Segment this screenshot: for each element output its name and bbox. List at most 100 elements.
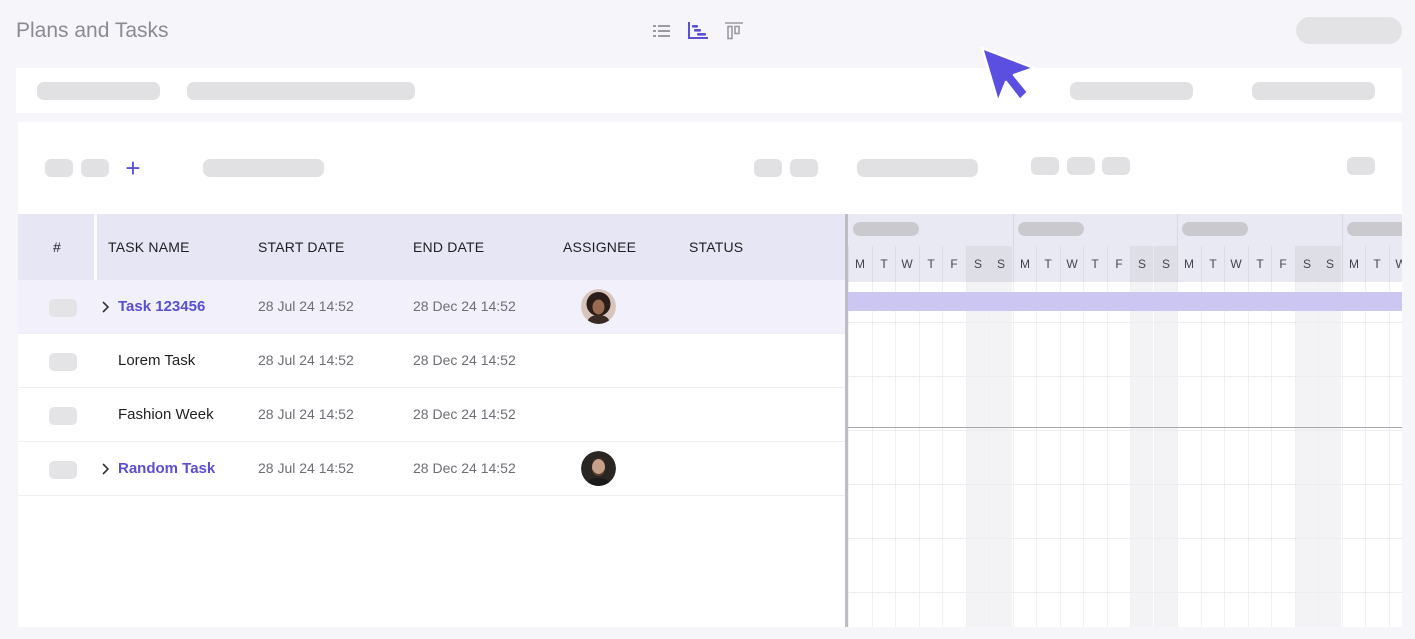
gantt-day-column <box>848 282 871 627</box>
column-header-end-date[interactable]: END DATE <box>413 239 484 255</box>
gantt-header: MTWTFSSMTWTFSSMTWTFSSMTW <box>848 214 1402 282</box>
toolbar-placeholder-2[interactable] <box>81 159 109 177</box>
gantt-day-label: M <box>848 246 871 282</box>
toolbar-placeholder-1[interactable] <box>45 159 73 177</box>
gantt-day-column <box>1154 282 1177 627</box>
toolbar-placeholder-3[interactable] <box>203 159 324 177</box>
task-name[interactable]: Lorem Task <box>118 352 195 369</box>
top-right-placeholder[interactable] <box>1296 17 1402 44</box>
gantt-day-column <box>942 282 965 627</box>
column-header-assignee[interactable]: ASSIGNEE <box>563 239 636 255</box>
gantt-day-column <box>1389 282 1402 627</box>
gantt-day-column <box>1318 282 1341 627</box>
gantt-day-label: S <box>1154 246 1177 282</box>
gantt-day-label: S <box>966 246 989 282</box>
gantt-week-label-placeholder <box>1182 222 1248 236</box>
table-row[interactable]: Random Task 28 Jul 24 14:52 28 Dec 24 14… <box>18 442 846 496</box>
gantt-day-label: F <box>942 246 965 282</box>
gantt-day-column <box>1107 282 1130 627</box>
filter-placeholder-1[interactable] <box>37 82 160 100</box>
gantt-row-line <box>848 376 1402 377</box>
column-header-task-name[interactable]: TASK NAME <box>108 239 190 255</box>
task-end-date: 28 Dec 24 14:52 <box>413 298 516 314</box>
chevron-right-icon[interactable] <box>100 460 112 478</box>
toolbar-placeholder-6[interactable] <box>857 159 978 177</box>
gantt-day-column <box>872 282 895 627</box>
row-select-checkbox[interactable] <box>49 299 77 317</box>
add-task-button[interactable]: + <box>122 155 144 181</box>
gantt-day-label: M <box>1342 246 1365 282</box>
gantt-week-separator <box>1342 214 1343 282</box>
gantt-day-label: T <box>872 246 895 282</box>
assignee-avatar[interactable] <box>581 451 616 486</box>
table-row[interactable]: Fashion Week 28 Jul 24 14:52 28 Dec 24 1… <box>18 388 846 442</box>
gantt-day-label: W <box>895 246 918 282</box>
gantt-day-label: F <box>1271 246 1294 282</box>
row-select-checkbox[interactable] <box>49 353 77 371</box>
column-header-start-date[interactable]: START DATE <box>258 239 345 255</box>
column-header-status[interactable]: STATUS <box>689 239 743 255</box>
gantt-day-label: T <box>1201 246 1224 282</box>
board-view-button[interactable] <box>722 20 746 42</box>
gantt-row-line <box>848 430 1402 431</box>
gantt-week-separator <box>1177 214 1178 282</box>
toolbar-placeholder-5[interactable] <box>790 159 818 177</box>
gantt-day-label: W <box>1060 246 1083 282</box>
gantt-day-column <box>1271 282 1294 627</box>
gantt-day-label: M <box>1177 246 1200 282</box>
gantt-day-column <box>1295 282 1318 627</box>
toolbar-placeholder-10[interactable] <box>1347 157 1375 175</box>
gantt-task-bar[interactable] <box>848 292 1402 311</box>
gantt-day-column <box>1224 282 1247 627</box>
task-name[interactable]: Fashion Week <box>118 406 214 423</box>
gantt-row-line <box>848 484 1402 485</box>
toolbar-placeholder-7[interactable] <box>1031 157 1059 175</box>
toolbar-placeholder-8[interactable] <box>1067 157 1095 175</box>
view-mode-toggle <box>650 20 746 42</box>
gantt-day-column <box>1201 282 1224 627</box>
filter-placeholder-4[interactable] <box>1252 82 1375 100</box>
gantt-week-separator <box>1013 214 1014 282</box>
board-view-icon <box>725 22 743 40</box>
gantt-divider-line <box>848 427 1402 428</box>
gantt-row-line <box>848 538 1402 539</box>
table-row[interactable]: Lorem Task 28 Jul 24 14:52 28 Dec 24 14:… <box>18 334 846 388</box>
gantt-day-label: W <box>1389 246 1402 282</box>
page-title: Plans and Tasks <box>16 19 169 42</box>
gantt-day-column <box>1013 282 1036 627</box>
header-separator <box>94 214 97 280</box>
table-header: # TASK NAME START DATE END DATE ASSIGNEE… <box>18 214 846 280</box>
filter-placeholder-2[interactable] <box>187 82 415 100</box>
gantt-day-label: M <box>1013 246 1036 282</box>
gantt-day-label: T <box>1083 246 1106 282</box>
column-header-number[interactable]: # <box>53 239 61 255</box>
task-name[interactable]: Random Task <box>118 460 215 477</box>
gantt-day-column <box>919 282 942 627</box>
gantt-day-label: W <box>1224 246 1247 282</box>
gantt-week-label-placeholder <box>853 222 919 236</box>
gantt-view-button[interactable] <box>686 20 710 42</box>
gantt-day-label: S <box>1318 246 1341 282</box>
task-end-date: 28 Dec 24 14:52 <box>413 460 516 476</box>
row-select-checkbox[interactable] <box>49 461 77 479</box>
chevron-right-icon[interactable] <box>100 298 112 316</box>
toolbar-placeholder-9[interactable] <box>1102 157 1130 175</box>
row-select-checkbox[interactable] <box>49 407 77 425</box>
gantt-day-column <box>989 282 1012 627</box>
task-name[interactable]: Task 123456 <box>118 298 205 315</box>
filter-placeholder-3[interactable] <box>1070 82 1193 100</box>
list-view-button[interactable] <box>650 20 674 42</box>
gantt-day-label: T <box>919 246 942 282</box>
table-row[interactable]: Task 123456 28 Jul 24 14:52 28 Dec 24 14… <box>18 280 846 334</box>
task-end-date: 28 Dec 24 14:52 <box>413 406 516 422</box>
gantt-day-column <box>1177 282 1200 627</box>
task-start-date: 28 Jul 24 14:52 <box>258 460 354 476</box>
gantt-day-label: S <box>989 246 1012 282</box>
gantt-view-icon <box>688 22 708 39</box>
gantt-day-label: T <box>1036 246 1059 282</box>
toolbar-placeholder-4[interactable] <box>754 159 782 177</box>
task-start-date: 28 Jul 24 14:52 <box>258 352 354 368</box>
assignee-avatar[interactable] <box>581 289 616 324</box>
gantt-day-column <box>1060 282 1083 627</box>
gantt-day-column <box>1130 282 1153 627</box>
